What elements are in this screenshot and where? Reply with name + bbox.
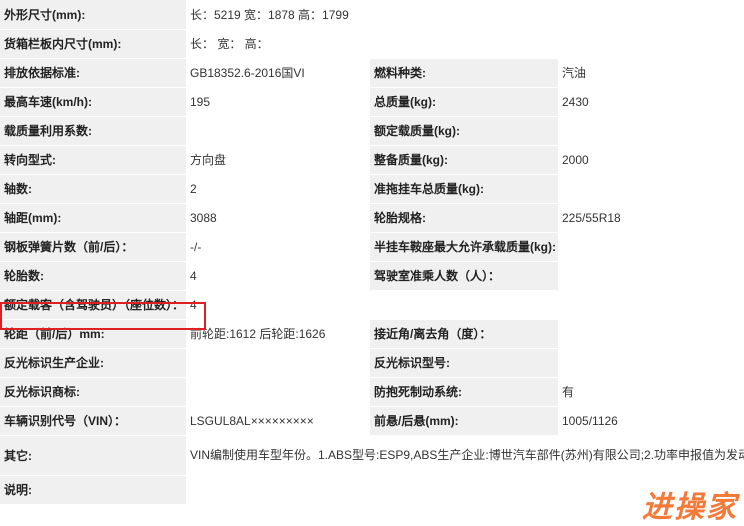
row-value-2 [558,261,744,291]
table-row: 载质量利用系数: 额定载质量(kg): [0,116,744,146]
row-value [186,116,370,146]
row-label-2: 总质量(kg): [370,87,558,117]
row-label: 转向型式: [0,145,186,175]
row-value: VIN编制使用车型年份。1.ABS型号:ESP9,ABS生产企业:博世汽车部件(… [186,435,744,476]
table-row: 其它: VIN编制使用车型年份。1.ABS型号:ESP9,ABS生产企业:博世汽… [0,435,744,476]
row-label: 轴距(mm): [0,203,186,233]
table-row: 轴距(mm): 3088 轮胎规格: 225/55R18 [0,203,744,233]
row-value: 2 [186,174,370,204]
row-label: 排放依据标准: [0,58,186,88]
row-value: 3088 [186,203,370,233]
table-row: 轮胎数: 4 驾驶室准乘人数（人）： [0,261,744,291]
row-label: 钢板弹簧片数（前/后）： [0,232,186,262]
table-row: 排放依据标准: GB18352.6-2016国VI 燃料种类: 汽油 [0,58,744,88]
row-value [186,348,370,378]
row-label-2: 准拖挂车总质量(kg): [370,174,558,204]
table-row: 钢板弹簧片数（前/后）： -/- 半挂车鞍座最大允许承载质量(kg): [0,232,744,262]
row-value-2: 1005/1126 [558,406,744,436]
row-value-2 [558,319,744,349]
row-label-2: 整备质量(kg): [370,145,558,175]
table-row: 转向型式: 方向盘 整备质量(kg): 2000 [0,145,744,175]
row-label-2: 轮胎规格: [370,203,558,233]
row-value [186,377,370,407]
row-label: 车辆识别代号（VIN）： [0,406,186,436]
table-row-highlighted: 额定载客（含驾驶员）（座位数）： 4 [0,290,744,320]
row-label: 轮距（前/后）mm: [0,319,186,349]
table-row: 车辆识别代号（VIN）： LSGUL8AL××××××××× 前悬/后悬(mm)… [0,406,744,436]
row-label-2: 前悬/后悬(mm): [370,406,558,436]
spec-table: 外形尺寸(mm): 长：5219 宽：1878 高：1799 货箱栏板内尺寸(m… [0,0,744,505]
row-label: 反光标识生产企业: [0,348,186,378]
table-row: 反光标识商标: 防抱死制动系统: 有 [0,377,744,407]
row-value-2 [558,348,744,378]
row-label-2: 燃料种类: [370,58,558,88]
row-value-2: 2000 [558,145,744,175]
row-value: 4 [186,290,744,320]
row-value-2 [558,116,744,146]
row-label-2: 接近角/离去角（度）： [370,319,558,349]
table-row: 反光标识生产企业: 反光标识型号: [0,348,744,378]
row-label: 说明: [0,475,186,505]
row-value: 长：5219 宽：1878 高：1799 [186,0,744,30]
table-row: 外形尺寸(mm): 长：5219 宽：1878 高：1799 [0,0,744,30]
row-label: 最高车速(km/h): [0,87,186,117]
row-value: 4 [186,261,370,291]
table-row: 最高车速(km/h): 195 总质量(kg): 2430 [0,87,744,117]
row-value-2: 有 [558,377,744,407]
table-row: 说明: [0,475,744,505]
row-value: LSGUL8AL××××××××× [186,406,370,436]
row-label: 轮胎数: [0,261,186,291]
row-value: 方向盘 [186,145,370,175]
row-value: 长： 宽： 高： [186,29,744,59]
row-label: 外形尺寸(mm): [0,0,186,30]
row-label: 轴数: [0,174,186,204]
watermark-logo: 进操家 [642,490,738,525]
row-value: 195 [186,87,370,117]
row-value-2: 225/55R18 [558,203,744,233]
row-label: 反光标识商标: [0,377,186,407]
row-value: GB18352.6-2016国VI [186,58,370,88]
row-value: 前轮距:1612 后轮距:1626 [186,319,370,349]
row-label-2: 反光标识型号: [370,348,558,378]
row-value-2: 汽油 [558,58,744,88]
table-row: 货箱栏板内尺寸(mm): 长： 宽： 高： [0,29,744,59]
row-label: 其它: [0,435,186,476]
row-label-2: 半挂车鞍座最大允许承载质量(kg): [370,232,558,262]
row-label: 货箱栏板内尺寸(mm): [0,29,186,59]
row-label-2: 防抱死制动系统: [370,377,558,407]
table-row: 轴数: 2 准拖挂车总质量(kg): [0,174,744,204]
row-label-2: 驾驶室准乘人数（人）： [370,261,558,291]
row-label: 载质量利用系数: [0,116,186,146]
table-row: 轮距（前/后）mm: 前轮距:1612 后轮距:1626 接近角/离去角（度）： [0,319,744,349]
row-label-2: 额定载质量(kg): [370,116,558,146]
row-value-2 [558,232,744,262]
row-value-2: 2430 [558,87,744,117]
row-label: 额定载客（含驾驶员）（座位数）： [0,290,186,320]
row-value-2 [558,174,744,204]
row-value: -/- [186,232,370,262]
